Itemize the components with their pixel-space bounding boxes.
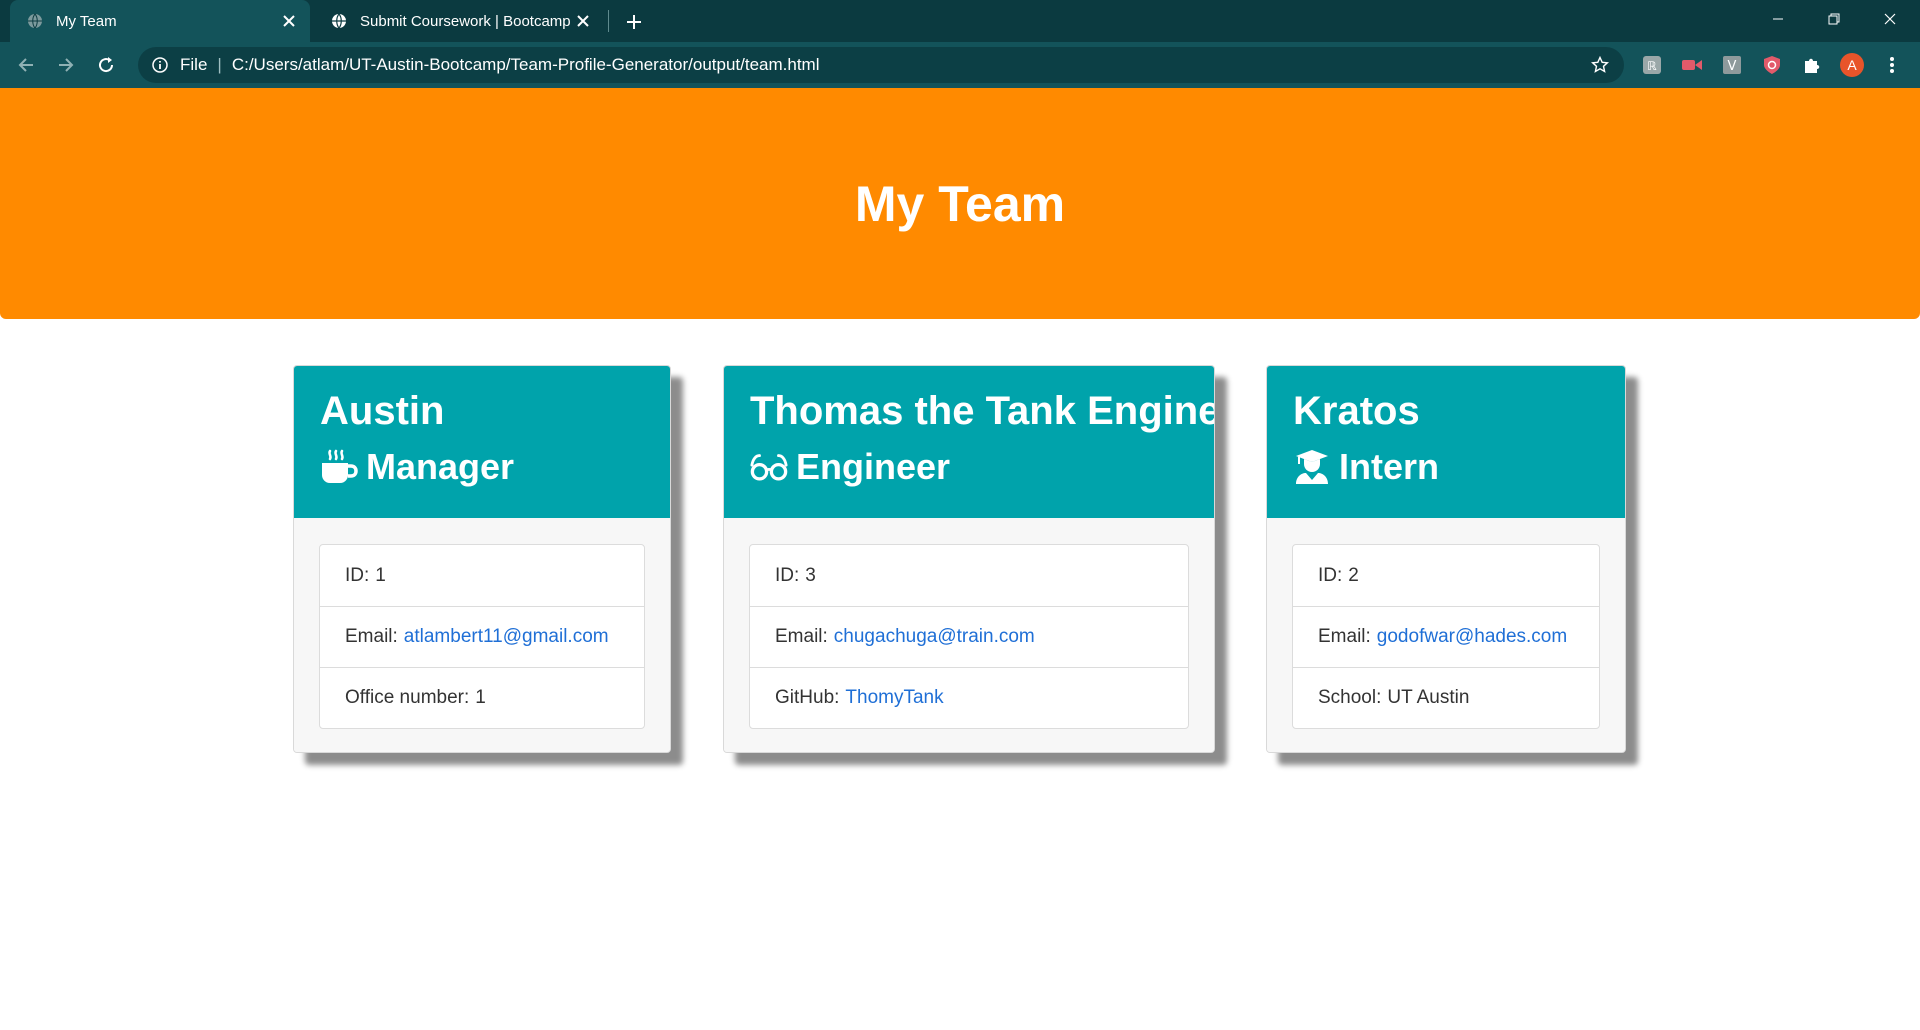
extension-video-icon[interactable]	[1680, 53, 1704, 77]
list-item-id: ID: 2	[1293, 545, 1599, 606]
detail-list: ID: 3 Email: chugachuga@train.com GitHub…	[749, 544, 1189, 729]
email-label: Email:	[1318, 626, 1371, 647]
extension-translate-icon[interactable]: ℝ	[1640, 53, 1664, 77]
svg-text:V: V	[1728, 59, 1737, 74]
globe-icon	[330, 12, 348, 30]
detail-list: ID: 1 Email: atlambert11@gmail.com Offic…	[319, 544, 645, 729]
email-link[interactable]: atlambert11@gmail.com	[404, 626, 609, 648]
employee-role: Manager	[320, 442, 644, 492]
window-close-button[interactable]	[1862, 0, 1918, 38]
office-label: Office number:	[345, 687, 470, 708]
list-item-office: Office number: 1	[320, 667, 644, 728]
puzzle-icon[interactable]	[1800, 53, 1824, 77]
card-body: ID: 1 Email: atlambert11@gmail.com Offic…	[294, 518, 670, 752]
school-label: School:	[1318, 687, 1382, 708]
list-item-id: ID: 3	[750, 545, 1188, 606]
employee-card-intern: Kratos Intern ID: 2 Email: godofwar@hade…	[1266, 365, 1626, 753]
mug-hot-icon	[320, 448, 358, 486]
profile-avatar[interactable]: A	[1840, 53, 1864, 77]
school-value: UT Austin	[1387, 687, 1470, 708]
employee-role: Engineer	[750, 442, 1188, 492]
id-value: 2	[1348, 564, 1359, 586]
new-tab-button[interactable]	[620, 8, 648, 36]
user-graduate-icon	[1293, 448, 1331, 486]
id-value: 3	[805, 564, 816, 586]
info-icon[interactable]	[150, 55, 170, 75]
list-item-email: Email: godofwar@hades.com	[1293, 606, 1599, 667]
list-item-school: School: UT Austin	[1293, 667, 1599, 728]
card-header: Austin Manager	[294, 366, 670, 518]
tab-divider	[608, 10, 609, 32]
back-button[interactable]	[12, 51, 40, 79]
minimize-button[interactable]	[1750, 0, 1806, 38]
reload-button[interactable]	[92, 51, 120, 79]
url-text[interactable]: C:/Users/atlam/UT-Austin-Bootcamp/Team-P…	[232, 55, 1588, 75]
card-header: Kratos Intern	[1267, 366, 1625, 518]
github-link[interactable]: ThomyTank	[845, 687, 943, 709]
menu-icon[interactable]	[1880, 53, 1904, 77]
address-bar[interactable]: File | C:/Users/atlam/UT-Austin-Bootcamp…	[138, 47, 1624, 83]
github-label: GitHub:	[775, 687, 840, 708]
employee-card-engineer: Thomas the Tank Engine Engineer ID: 3 Em…	[723, 365, 1215, 753]
tab-submit-coursework[interactable]: Submit Coursework | Bootcamp S	[314, 0, 604, 42]
id-label: ID:	[345, 564, 370, 586]
list-item-id: ID: 1	[320, 545, 644, 606]
tab-title: Submit Coursework | Bootcamp S	[360, 12, 572, 30]
employee-name: Austin	[320, 389, 445, 433]
role-label: Intern	[1339, 446, 1440, 487]
id-value: 1	[375, 564, 386, 586]
close-icon[interactable]	[572, 10, 594, 32]
url-scheme: File	[180, 55, 208, 74]
star-icon[interactable]	[1588, 53, 1612, 77]
page-title: My Team	[854, 175, 1066, 232]
browser-tabstrip: My Team Submit Coursework | Bootcamp S	[0, 0, 1920, 42]
list-item-email: Email: atlambert11@gmail.com	[320, 606, 644, 667]
page-header: My Team	[0, 88, 1920, 319]
card-body: ID: 3 Email: chugachuga@train.com GitHub…	[724, 518, 1214, 752]
role-label: Engineer	[796, 446, 951, 487]
email-link[interactable]: godofwar@hades.com	[1377, 626, 1567, 648]
email-label: Email:	[345, 626, 398, 647]
close-icon[interactable]	[278, 10, 300, 32]
id-label: ID:	[775, 564, 800, 586]
employee-name: Thomas the Tank Engine	[750, 389, 1215, 433]
forward-button[interactable]	[52, 51, 80, 79]
id-label: ID:	[1318, 564, 1343, 586]
url-divider: |	[217, 55, 222, 74]
detail-list: ID: 2 Email: godofwar@hades.com School: …	[1292, 544, 1600, 729]
employee-name: Kratos	[1293, 389, 1420, 433]
office-value: 1	[475, 687, 486, 708]
extension-shield-icon[interactable]	[1760, 53, 1784, 77]
extension-v-icon[interactable]: V	[1720, 53, 1744, 77]
list-item-email: Email: chugachuga@train.com	[750, 606, 1188, 667]
card-header: Thomas the Tank Engine Engineer	[724, 366, 1214, 518]
employee-role: Intern	[1293, 442, 1599, 492]
role-label: Manager	[366, 446, 515, 487]
tab-my-team[interactable]: My Team	[10, 0, 310, 42]
tab-title: My Team	[56, 12, 117, 30]
restore-button[interactable]	[1806, 0, 1862, 38]
card-body: ID: 2 Email: godofwar@hades.com School: …	[1267, 518, 1625, 752]
employee-card-manager: Austin Manager ID: 1 Email: atlambert11@…	[293, 365, 671, 753]
email-link[interactable]: chugachuga@train.com	[834, 626, 1035, 648]
list-item-github: GitHub: ThomyTank	[750, 667, 1188, 728]
svg-text:ℝ: ℝ	[1647, 59, 1657, 73]
browser-toolbar: File | C:/Users/atlam/UT-Austin-Bootcamp…	[0, 42, 1920, 88]
email-label: Email:	[775, 626, 828, 647]
globe-icon	[26, 12, 44, 30]
glasses-icon	[750, 448, 788, 486]
